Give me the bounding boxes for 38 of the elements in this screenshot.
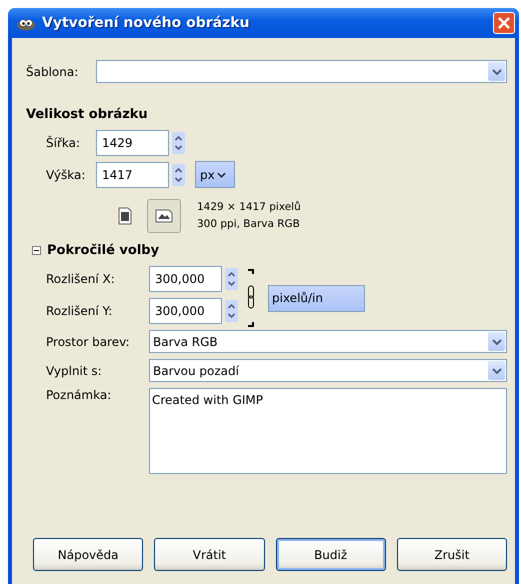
color-space-label: Prostor barev: [46,334,131,348]
width-label: Šířka: [46,136,82,150]
landscape-picture-icon [155,209,173,223]
close-icon [497,16,511,30]
section-heading: Velikost obrázku [26,107,149,122]
comment-label: Poznámka: [46,388,112,402]
landscape-button[interactable] [147,199,181,233]
portrait-page-icon [118,207,132,225]
dialog-button[interactable]: Vrátit [154,538,264,571]
section-heading: Pokročilé volby [47,243,160,258]
height-label: Výška: [46,168,86,182]
dialog-button[interactable]: Zrušit [396,538,507,571]
color-space-dropdown[interactable]: Barva RGB [149,330,507,353]
template-dropdown[interactable] [96,60,507,83]
spin-arrows-icon[interactable] [225,268,238,290]
spin-arrows-icon[interactable] [172,132,185,154]
height-field[interactable]: 1417 [96,162,169,188]
image-info-text: 1429 × 1417 pixelů [197,200,301,215]
resolution-unit-dropdown[interactable]: pixelů/in [268,284,365,312]
spin-arrows-icon[interactable] [225,300,238,322]
template-label: Šablona: [26,64,80,78]
dialog-button[interactable]: Nápověda [33,538,144,571]
image-info-text: 300 ppi, Barva RGB [197,217,301,232]
resolution-x-label: Rozlišení X: [46,272,116,286]
resolution-y-field[interactable]: 300,000 [149,298,222,324]
chain-link-icon[interactable] [246,268,256,328]
fill-dropdown[interactable]: Barvou pozadí [149,359,507,382]
resolution-x-field[interactable]: 300,000 [149,266,222,292]
unit-dropdown[interactable]: px [195,161,235,188]
dialog-button[interactable]: Budiž [276,538,386,571]
close-button[interactable] [493,12,515,34]
resolution-y-label: Rozlišení Y: [46,304,114,318]
fill-label: Vyplnit s: [46,364,103,378]
collapse-icon[interactable] [32,246,41,255]
spin-arrows-icon[interactable] [172,164,185,186]
width-field[interactable]: 1429 [96,130,169,156]
window-title: Vytvoření nového obrázku [42,15,251,31]
comment-field[interactable]: Created with GIMP [149,388,507,474]
